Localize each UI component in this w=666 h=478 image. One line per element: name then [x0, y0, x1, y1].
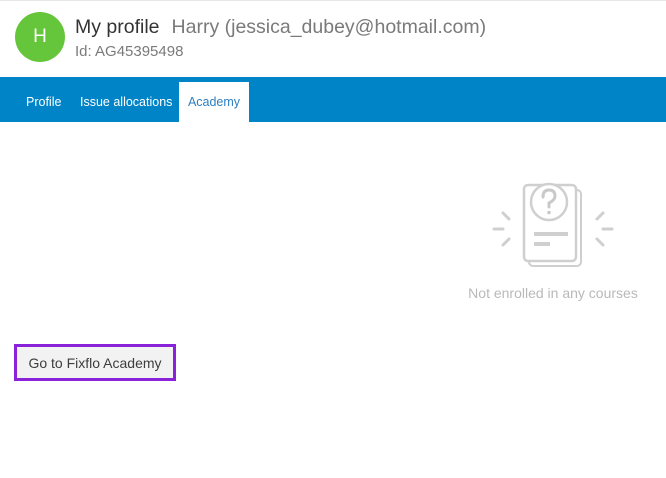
unknown-document-icon [492, 182, 614, 267]
user-name-email: Harry (jessica_dubey@hotmail.com) [171, 16, 487, 38]
empty-state-message: Not enrolled in any courses [468, 285, 638, 301]
title-line: My profile Harry (jessica_dubey@hotmail.c… [75, 15, 486, 39]
profile-header: H My profile Harry (jessica_dubey@hotmail… [0, 0, 666, 77]
go-to-academy-button[interactable]: Go to Fixflo Academy [14, 344, 176, 381]
tab-bar: Profile Issue allocations Academy [0, 77, 666, 122]
tab-academy[interactable]: Academy [179, 82, 249, 122]
avatar: H [15, 12, 65, 62]
tab-issue-allocations[interactable]: Issue allocations [80, 82, 172, 122]
page-title: My profile [75, 16, 160, 38]
tab-profile[interactable]: Profile [26, 82, 61, 122]
user-id: Id: AG45395498 [75, 43, 184, 60]
